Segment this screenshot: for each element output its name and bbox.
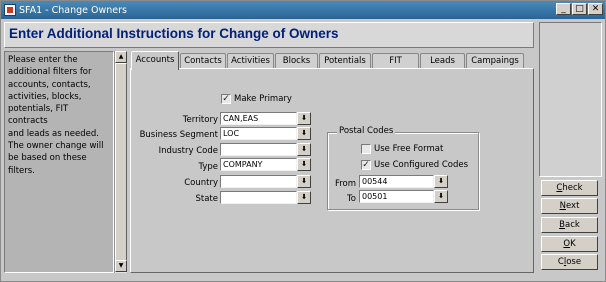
next-button-label: Next — [559, 201, 580, 211]
scroll-down-icon[interactable]: ▼ — [115, 260, 127, 272]
use-free-format-label: Use Free Format — [374, 144, 444, 154]
instruction-line: Please enter the — [8, 55, 78, 65]
instruction-line: accounts, contacts, — [8, 79, 91, 90]
tab-fit[interactable]: FIT — [372, 53, 419, 69]
country-field[interactable] — [220, 175, 297, 188]
tab-potentials[interactable]: Potentials — [319, 53, 371, 69]
type-label: Type — [198, 162, 218, 172]
window-controls: _ □ ✕ — [556, 3, 603, 15]
instructions-scrollbar[interactable]: ▲ ▼ — [114, 51, 127, 273]
type-lov-icon[interactable]: ⬇ — [297, 158, 311, 171]
check-button[interactable]: Check — [541, 180, 598, 196]
minimize-button[interactable]: _ — [556, 3, 571, 15]
ok-button-label: OK — [563, 239, 576, 249]
close-window-button[interactable]: ✕ — [588, 3, 603, 15]
postal-to-lov-icon[interactable]: ⬇ — [434, 190, 448, 203]
business-segment-label: Business Segment — [139, 130, 218, 140]
instruction-line: additional filters for — [8, 67, 92, 78]
tab-contacts[interactable]: Contacts — [180, 53, 226, 69]
right-panel — [539, 22, 602, 177]
close-button-label: Close — [557, 257, 582, 267]
use-free-format-checkbox[interactable] — [361, 144, 371, 154]
window-title: SFA1 - Change Owners — [19, 4, 127, 16]
tab-accounts[interactable]: Accounts — [131, 51, 179, 70]
territory-lov-icon[interactable]: ⬇ — [297, 112, 311, 125]
tab-blocks[interactable]: Blocks — [275, 53, 318, 69]
use-configured-codes-label: Use Configured Codes — [374, 160, 469, 170]
business-segment-lov-icon[interactable]: ⬇ — [297, 127, 311, 140]
page-title: Enter Additional Instructions for Change… — [9, 26, 339, 41]
territory-field[interactable]: CAN,EAS — [220, 112, 297, 125]
tab-campaings[interactable]: Campaings — [466, 53, 524, 69]
next-button[interactable]: Next — [541, 198, 598, 214]
instruction-line: and leads as needed. — [8, 128, 99, 139]
back-button-label: Back — [559, 220, 580, 230]
tab-leads[interactable]: Leads — [420, 53, 465, 69]
type-field[interactable]: COMPANY — [220, 158, 297, 171]
territory-label: Territory — [182, 115, 218, 125]
country-lov-icon[interactable]: ⬇ — [297, 175, 311, 188]
scroll-thumb[interactable] — [115, 63, 127, 261]
app-icon — [4, 4, 16, 16]
ok-button[interactable]: OK — [541, 236, 598, 252]
instruction-line: be based on these filters. — [8, 153, 87, 176]
scroll-up-icon[interactable]: ▲ — [115, 51, 127, 63]
postal-from-lov-icon[interactable]: ⬇ — [434, 175, 448, 188]
tab-activities[interactable]: Activities — [227, 53, 274, 69]
make-primary-checkbox[interactable]: ✓ — [221, 94, 231, 104]
title-bar[interactable]: SFA1 - Change Owners — [1, 1, 605, 19]
tab-strip: Accounts Contacts Activities Blocks Pote… — [131, 51, 535, 70]
use-configured-codes-checkbox[interactable]: ✓ — [361, 160, 371, 170]
industry-code-field[interactable] — [220, 143, 297, 156]
industry-code-lov-icon[interactable]: ⬇ — [297, 143, 311, 156]
postal-to-field[interactable]: 00501 — [359, 190, 434, 203]
close-button[interactable]: Close — [541, 254, 598, 270]
postal-codes-legend: Postal Codes — [337, 126, 396, 136]
maximize-button[interactable]: □ — [572, 3, 587, 15]
from-label: From — [334, 179, 356, 189]
state-lov-icon[interactable]: ⬇ — [297, 191, 311, 204]
back-button[interactable]: Back — [541, 217, 598, 233]
state-label: State — [195, 194, 219, 204]
make-primary-label: Make Primary — [234, 94, 292, 104]
country-label: Country — [184, 178, 218, 188]
state-field[interactable] — [220, 191, 297, 204]
check-button-label: Check — [556, 183, 583, 193]
instructions-panel: Please enter the additional filters for … — [4, 51, 114, 273]
instruction-line: activities, blocks, — [8, 91, 82, 102]
instruction-line: potentials, FIT contracts — [8, 104, 69, 127]
industry-code-label: Industry Code — [158, 146, 218, 156]
business-segment-field[interactable]: LOC — [220, 127, 297, 140]
instruction-line: The owner change will — [8, 141, 104, 152]
postal-from-field[interactable]: 00544 — [359, 175, 434, 188]
to-label: To — [347, 194, 356, 204]
